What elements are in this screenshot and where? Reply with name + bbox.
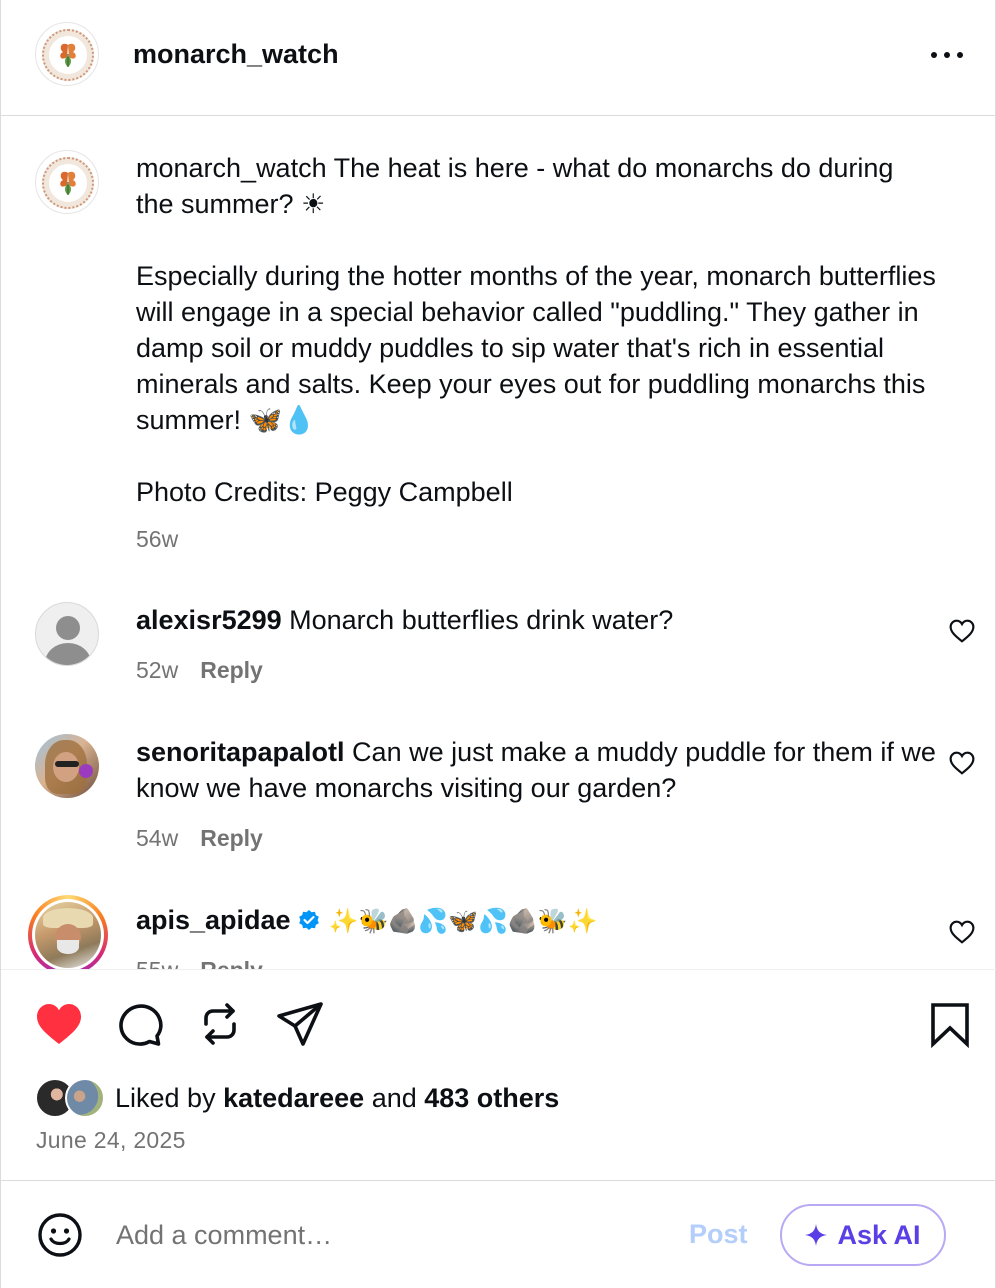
caption-paragraph: Especially during the hotter months of t… [136,261,936,435]
comment-meta: 52w Reply [136,656,263,684]
caption-credits: Photo Credits: Peggy Campbell [136,477,513,507]
caption-time[interactable]: 56w [136,526,178,552]
ask-ai-label: Ask AI [837,1219,921,1250]
caption-username[interactable]: monarch_watch [136,153,327,183]
heart-outline-icon[interactable] [949,751,975,775]
comment-meta: 55w Reply [136,956,263,969]
comment-bubble-icon [119,1004,163,1046]
monarch-watch-logo-icon [35,150,99,214]
comment-username[interactable]: apis_apidae [136,905,291,935]
comment-username[interactable]: alexisr5299 [136,605,282,635]
header-avatar[interactable] [35,22,99,86]
comment-input-bar: Post Ask AI [1,1182,996,1288]
save-button[interactable] [925,1000,975,1048]
story-ring-avatar [28,895,108,969]
comment-avatar[interactable] [35,602,99,666]
comment-body: ✨🐝🪨💦🦋💦🪨🐝✨ [328,908,598,935]
default-user-icon [35,602,99,666]
likes-summary: Liked by katedareee and 483 others [35,1078,559,1118]
post-dialog: monarch_watch monarch_watch The heat is … [0,0,996,1288]
repost-button[interactable] [195,1000,245,1048]
repost-icon [204,1003,236,1045]
post-header: monarch_watch [1,0,996,116]
comment-time[interactable]: 55w [136,957,178,969]
comment-button[interactable] [115,1000,165,1048]
sparkle-icon [805,1224,828,1246]
bookmark-icon [931,1003,969,1048]
likes-middle: and [364,1083,425,1113]
more-options-button[interactable] [927,40,967,70]
comment-text: apis_apidae ✨🐝🪨💦🦋💦🪨🐝✨ [136,902,936,940]
reply-button[interactable]: Reply [200,825,263,851]
comment-body: Monarch butterflies drink water? [281,605,674,635]
reply-button[interactable]: Reply [200,657,263,683]
paper-plane-icon [277,1002,323,1046]
comments-scroll-area[interactable]: monarch_watch The heat is here - what do… [1,117,996,969]
heart-filled-icon [37,1004,81,1044]
like-button[interactable] [34,1000,84,1048]
heart-outline-icon[interactable] [949,619,975,643]
comment-avatar[interactable] [28,895,108,969]
liker-avatars[interactable] [35,1078,109,1118]
ask-ai-button[interactable]: Ask AI [780,1204,946,1266]
smiley-icon [38,1213,82,1257]
monarch-watch-logo-icon [35,22,99,86]
likes-prefix: Liked by [115,1083,224,1113]
likes-others[interactable]: 483 others [424,1078,559,1118]
more-horizontal-icon [931,52,937,58]
header-username[interactable]: monarch_watch [133,38,339,70]
post-button[interactable]: Post [689,1218,748,1250]
post-date[interactable]: June 24, 2025 [36,1127,186,1154]
caption-text: monarch_watch The heat is here - what do… [136,150,936,510]
heart-outline-icon[interactable] [949,920,975,944]
caption-meta: 56w [136,525,178,553]
comment-time[interactable]: 54w [136,825,178,851]
comment-input[interactable] [116,1214,656,1256]
comment-avatar[interactable] [35,734,99,798]
user-photo-avatar [35,734,99,798]
comment-meta: 54w Reply [136,824,263,852]
reply-button[interactable]: Reply [200,957,263,969]
comment-text: senoritapapalotl Can we just make a mudd… [136,734,936,806]
comment-text: alexisr5299 Monarch butterflies drink wa… [136,602,936,638]
comment-username[interactable]: senoritapapalotl [136,737,345,767]
verified-badge-icon [298,910,319,930]
post-actions: Liked by katedareee and 483 others June … [1,969,996,1181]
likes-user[interactable]: katedareee [223,1078,364,1118]
emoji-button[interactable] [37,1212,83,1258]
caption-avatar[interactable] [35,150,99,214]
comment-time[interactable]: 52w [136,657,178,683]
share-button[interactable] [275,1000,325,1048]
